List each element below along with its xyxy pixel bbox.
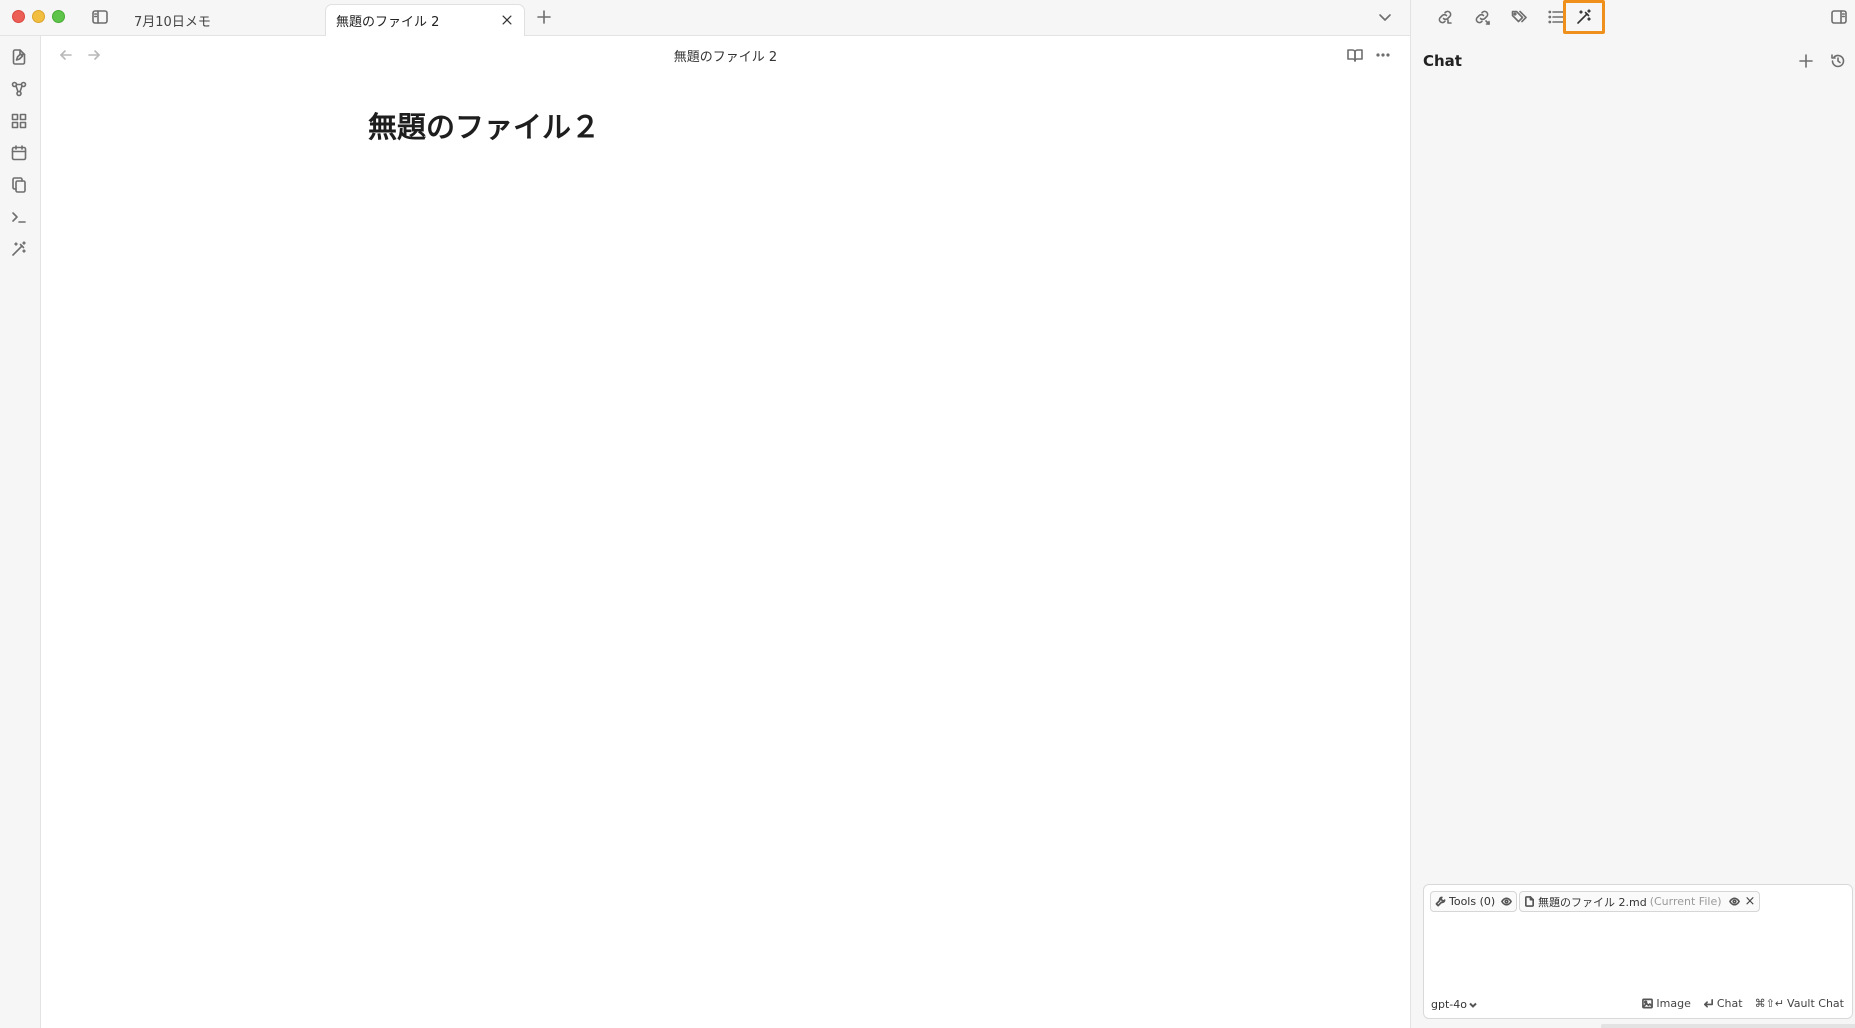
sidebar-left-icon [92, 10, 108, 24]
toggle-left-sidebar-button[interactable] [87, 4, 113, 30]
current-file-note: (Current File) [1649, 895, 1722, 908]
current-file-chip[interactable]: 無題のファイル 2.md (Current File) × [1519, 891, 1761, 912]
eye-icon[interactable] [1728, 896, 1740, 907]
ribbon-magic-wand-button[interactable] [6, 236, 32, 262]
enter-icon [1703, 999, 1713, 1008]
tab-list-dropdown-button[interactable] [1372, 4, 1398, 30]
tab-7-10-memo[interactable]: 7月10日メモ [124, 4, 319, 36]
vault-chat-label: Vault Chat [1787, 997, 1844, 1010]
outgoing-links-icon [1475, 10, 1490, 25]
copilot-chat-tab-button[interactable] [1563, 0, 1605, 34]
window-minimize-button[interactable] [32, 10, 45, 23]
magic-wand-icon [1577, 9, 1591, 24]
calendar-icon [11, 145, 27, 161]
vault-chat-shortcut: ⌘⇧↵ [1754, 997, 1785, 1010]
file-icon [1525, 896, 1534, 907]
chat-title: Chat [1423, 52, 1462, 70]
wrench-icon [1435, 896, 1446, 907]
vault-chat-button[interactable]: ⌘⇧↵ Vault Chat [1755, 997, 1844, 1010]
document-title[interactable]: 無題のファイル２ [368, 104, 600, 146]
ribbon-calendar-button[interactable] [6, 140, 32, 166]
plus-icon [537, 10, 551, 24]
ribbon-terminal-button[interactable] [6, 204, 32, 230]
right-sidebar: Chat Tools (0) 無題のファイル 2.md (Current Fil… [1410, 0, 1855, 1028]
window-close-button[interactable] [12, 10, 25, 23]
eye-icon[interactable] [1501, 896, 1513, 907]
close-icon [502, 15, 512, 25]
tools-chip[interactable]: Tools (0) [1430, 891, 1518, 912]
magic-wand-icon [12, 241, 26, 256]
tab-untitled-2[interactable]: 無題のファイル 2 [325, 4, 525, 36]
ribbon-copy-button[interactable] [6, 172, 32, 198]
ribbon-graph-view-button[interactable] [6, 76, 32, 102]
remove-file-icon[interactable]: × [1745, 894, 1756, 909]
toggle-right-sidebar-button[interactable] [1826, 4, 1852, 30]
chat-actions: Image Chat ⌘⇧↵ Vault Chat [1642, 997, 1844, 1010]
editor-pane: 無題のファイル 2 無題のファイル２ [41, 36, 1410, 1028]
terminal-icon [12, 212, 26, 223]
current-file-name: 無題のファイル 2.md [1538, 895, 1647, 909]
tab-label: 7月10日メモ [134, 14, 211, 30]
app-window: 7月10日メモ 無題のファイル 2 無題のファイル 2 無題のファイル２ Cha… [0, 0, 1855, 1028]
chat-input-box[interactable]: Tools (0) 無題のファイル 2.md (Current File) × … [1423, 884, 1853, 1019]
new-tab-button[interactable] [531, 4, 557, 30]
tags-tab-button[interactable] [1506, 4, 1532, 30]
history-icon [1831, 54, 1845, 68]
editor-header-title[interactable]: 無題のファイル 2 [41, 46, 1410, 65]
more-horizontal-icon [1376, 53, 1390, 57]
copy-icon [12, 177, 26, 193]
ribbon-plugins-button[interactable] [6, 108, 32, 134]
close-tab-button[interactable] [496, 9, 518, 31]
send-chat-label: Chat [1716, 997, 1743, 1010]
tab-label: 無題のファイル 2 [336, 15, 440, 30]
chevron-down-icon [1379, 14, 1391, 21]
right-sidebar-toolbar [1411, 0, 1855, 36]
more-options-button[interactable] [1370, 42, 1396, 68]
status-bar-edge [1601, 1024, 1855, 1028]
book-open-icon [1347, 49, 1363, 62]
left-ribbon [0, 36, 41, 1028]
chevron-down-icon [1469, 1002, 1477, 1008]
tags-icon [1511, 10, 1527, 23]
image-button[interactable]: Image [1642, 997, 1691, 1010]
graph-view-icon [11, 81, 27, 97]
backlinks-tab-button[interactable] [1432, 4, 1458, 30]
tab-bar: 7月10日メモ 無題のファイル 2 [0, 0, 1410, 36]
chat-history-button[interactable] [1825, 48, 1851, 74]
plugins-icon [11, 113, 27, 129]
image-button-label: Image [1656, 997, 1691, 1010]
plus-icon [1799, 54, 1813, 68]
new-note-icon [12, 49, 26, 65]
ribbon-new-note-button[interactable] [6, 44, 32, 70]
new-chat-button[interactable] [1793, 48, 1819, 74]
image-icon [1642, 998, 1654, 1009]
send-chat-button[interactable]: Chat [1703, 997, 1743, 1010]
tools-chip-label: Tools (0) [1449, 895, 1496, 908]
window-zoom-button[interactable] [52, 10, 65, 23]
outgoing-links-tab-button[interactable] [1469, 4, 1495, 30]
reading-view-button[interactable] [1342, 42, 1368, 68]
model-label: gpt-4o [1431, 998, 1467, 1011]
editor-header: 無題のファイル 2 [41, 36, 1410, 74]
backlinks-icon [1438, 10, 1452, 24]
sidebar-right-icon [1831, 10, 1847, 24]
model-selector[interactable]: gpt-4o [1431, 998, 1477, 1011]
